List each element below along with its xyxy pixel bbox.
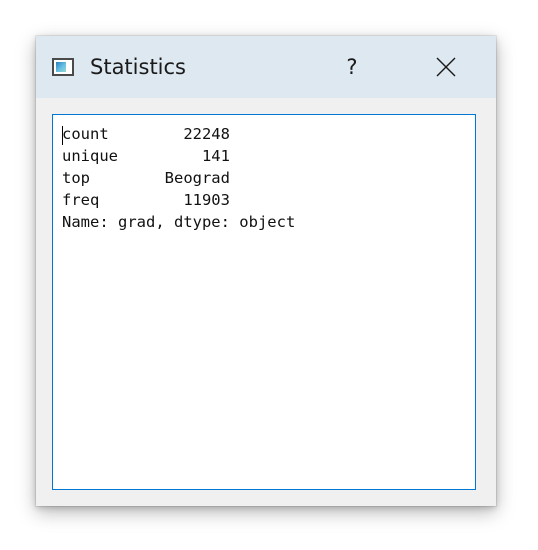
- statistics-output-textbox[interactable]: count 22248 unique 141 top Beograd freq …: [52, 114, 476, 490]
- title-bar[interactable]: Statistics ?: [36, 36, 496, 98]
- help-button[interactable]: ?: [328, 50, 376, 84]
- close-x-icon: [436, 57, 456, 77]
- statistics-dialog: Statistics ? count 22248 unique 141 top …: [36, 36, 496, 506]
- text-caret: [62, 126, 63, 145]
- statistics-output-text: count 22248 unique 141 top Beograd freq …: [62, 125, 296, 231]
- app-icon-pane: [56, 62, 66, 72]
- window-title: Statistics: [90, 55, 186, 79]
- close-button[interactable]: [422, 50, 470, 84]
- window-app-icon: [52, 58, 74, 76]
